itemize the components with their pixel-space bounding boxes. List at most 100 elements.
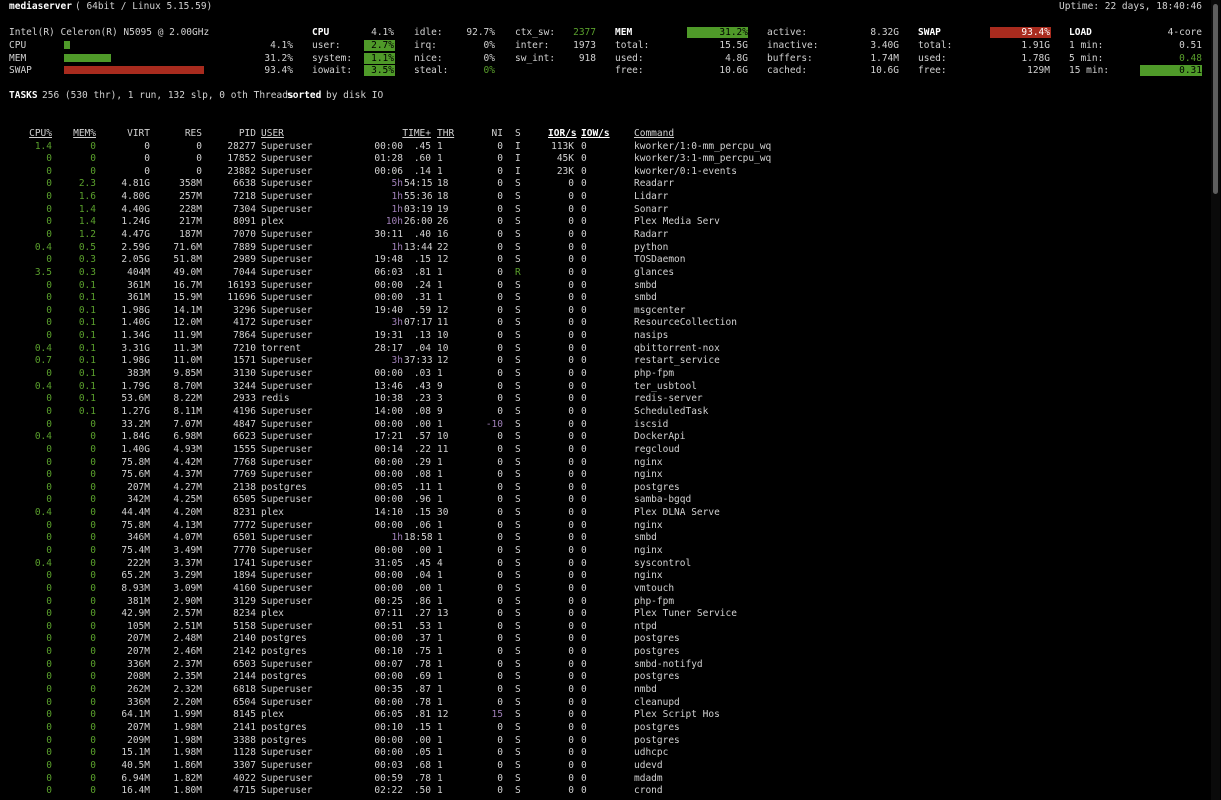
process-row[interactable]: 0 0 33.2M 7.07M 4847 Superuser 00:00.00 1 -10 S 0 0… [0,419,1210,432]
process-row[interactable]: 0 1.4 4.40G 228M 7304 Superuser 1h 03:19 19 0 S 0 0 S… [0,204,1210,217]
process-row[interactable]: 0 0 65.2M 3.29M 1894 Superuser 00:00.04 1 0 S 0 0 ng… [0,570,1210,583]
process-row[interactable]: 0 0 262M 2.32M 6818 Superuser 00:35.87 1 0 S 0 0 nmb… [0,684,1210,697]
process-row[interactable]: 0 0 42.9M 2.57M 8234 plex 07:11.27 13 0 S 0 0 Plex T… [0,608,1210,621]
process-row[interactable]: 0 0.1 1.40G 12.0M 4172 Superuser 3h 07:17 11 0 S 0 0… [0,317,1210,330]
cell-res: 71.6M [173,241,202,253]
process-row[interactable]: 0 0 336M 2.37M 6503 Superuser 00:07.78 1 0 S 0 0 smb… [0,659,1210,672]
cell-virt: 105M [127,620,150,632]
process-row[interactable]: 0.4 0 222M 3.37M 1741 Superuser 31:05.45 4 0 S 0 0 s… [0,558,1210,571]
process-row[interactable]: 0 0 209M 1.98M 3388 postgres 00:00.00 1 0 S 0 0 post… [0,735,1210,748]
col-time[interactable]: TIME+ [370,128,431,141]
process-row[interactable]: 0 0.1 1.98G 14.1M 3296 Superuser 19:40.59 12 0 S 0… [0,305,1210,318]
cell-ni: 0 [497,557,503,569]
process-row[interactable]: 0 0 16.4M 1.80M 4715 Superuser 02:22.50 1 0 S 0 0 cr… [0,785,1210,798]
process-row[interactable]: 0.4 0 1.84G 6.98M 6623 Superuser 17:21.57 10 0 S 0… [0,431,1210,444]
process-row[interactable]: 0 0 75.8M 4.13M 7772 Superuser 00:00.06 1 0 S 0 0 ng… [0,520,1210,533]
cell-status: S [515,684,521,696]
cell-iow: 0 [581,519,587,531]
process-row[interactable]: 0 0 336M 2.20M 6504 Superuser 00:00.78 1 0 S 0 0 cle… [0,697,1210,710]
cell-virt: 346M [127,532,150,544]
process-row[interactable]: 0 0 207M 2.46M 2142 postgres 00:10.75 1 0 S 0 0 post… [0,646,1210,659]
process-row[interactable]: 3.5 0.3 404M 49.0M 7044 Superuser 06:03.81 1 0 R 0… [0,267,1210,280]
cell-ni: 0 [497,469,503,481]
process-row[interactable]: 0 0.1 1.27G 8.11M 4196 Superuser 14:00.08 9 0 S 0 0… [0,406,1210,419]
process-row[interactable]: 0 0 40.5M 1.86M 3307 Superuser 00:03.68 1 0 S 0 0 ud… [0,760,1210,773]
cell-iow: 0 [581,709,587,721]
cell-ior: 0 [568,481,574,493]
cell-command: postgres [634,481,680,493]
process-row[interactable]: 0 0 75.4M 3.49M 7770 Superuser 00:00.00 1 0 S 0 0 ng… [0,545,1210,558]
process-row[interactable]: 0 1.4 1.24G 217M 8091 plex 10h 26:00 26 0 S 0 0 Plex … [0,216,1210,229]
process-row[interactable]: 0 0 0 0 23882 Superuser 00:06.14 1 0 I 23K 0 kworker… [0,166,1210,179]
process-row[interactable]: 0 0 75.8M 4.42M 7768 Superuser 00:00.29 1 0 S 0 0 ng… [0,457,1210,470]
cell-time-minor: 54:15 [404,178,433,190]
process-row[interactable]: 0 0.1 361M 15.9M 11696 Superuser 00:00.31 1 0 S 0 0… [0,292,1210,305]
cell-ior: 0 [568,759,574,771]
col-virt[interactable]: VIRT [100,128,150,141]
cell-status: S [515,431,521,443]
process-row[interactable]: 0 0.1 361M 16.7M 16193 Superuser 00:00.24 1 0 S 0 0… [0,280,1210,293]
process-row[interactable]: 0 0 105M 2.51M 5158 Superuser 00:51.53 1 0 S 0 0 ntp… [0,621,1210,634]
process-row[interactable]: 0 0 1.40G 4.93M 1555 Superuser 00:14.22 11 0 S 0 0 r… [0,444,1210,457]
process-row[interactable]: 0.4 0.1 3.31G 11.3M 7210 torrent 28:17.04 10 0 S 0… [0,343,1210,356]
process-row[interactable]: 0 0.1 1.34G 11.9M 7864 Superuser 19:31.13 10 0 S 0… [0,330,1210,343]
process-table: 1.4 0 0 0 28277 Superuser 00:00.45 1 0 I 113K 0 kwor… [0,141,1210,798]
process-row[interactable]: 0 0.3 2.05G 51.8M 2989 Superuser 19:48.15 12 0 S 0… [0,254,1210,267]
process-row[interactable]: 0 0 64.1M 1.99M 8145 plex 06:05.81 12 15 S 0 0 Plex … [0,709,1210,722]
col-thr[interactable]: THR [437,128,454,141]
col-iow[interactable]: IOW/s [581,128,610,141]
process-row[interactable]: 0 0 342M 4.25M 6505 Superuser 00:00.96 1 0 S 0 0 sam… [0,494,1210,507]
cell-pid: 7770 [233,545,256,556]
process-row[interactable]: 0 0 0 0 17852 Superuser 01:28.60 1 0 I 45K 0 kworker… [0,153,1210,166]
process-row[interactable]: 0 0 207M 4.27M 2138 postgres 00:05.11 1 0 S 0 0 post… [0,482,1210,495]
process-row[interactable]: 0.7 0.1 1.98G 11.0M 1571 Superuser 3h 37:33 12 0 S… [0,355,1210,368]
cell-ni: 0 [497,368,503,380]
col-cpu[interactable]: CPU% [20,128,52,141]
col-ior[interactable]: IOR/s [548,128,577,141]
cell-pid: 7772 [233,519,256,531]
scrollbar[interactable] [1211,0,1220,800]
scrollbar-thumb[interactable] [1213,4,1218,194]
col-mem[interactable]: MEM% [60,128,96,141]
col-ni[interactable]: NI [470,128,503,141]
col-pid[interactable]: PID [210,128,256,141]
cell-command: DockerApi [634,431,686,443]
process-row[interactable]: 0 0 346M 4.07M 6501 Superuser 1h 18:58 1 0 S 0 0 smbd [0,532,1210,545]
process-row[interactable]: 0 0 15.1M 1.98M 1128 Superuser 00:00.05 1 0 S 0 0 ud… [0,747,1210,760]
process-row[interactable]: 0 1.2 4.47G 187M 7070 Superuser 30:11.40 16 0 S 0 0… [0,229,1210,242]
cell-pid: 28277 [227,140,256,152]
process-row[interactable]: 0 1.6 4.80G 257M 7218 Superuser 1h 55:36 18 0 S 0 0 L… [0,191,1210,204]
process-row[interactable]: 0.4 0.1 1.79G 8.70M 3244 Superuser 13:46.43 9 0 S… [0,381,1210,394]
process-row[interactable]: 0 0 75.6M 4.37M 7769 Superuser 00:00.08 1 0 S 0 0 ng… [0,469,1210,482]
cell-thr: 1 [437,570,443,582]
cell-ior: 0 [568,519,574,531]
process-row[interactable]: 0 0 8.93M 3.09M 4160 Superuser 00:00.00 1 0 S 0 0 vm… [0,583,1210,596]
cell-time-major: 19:48 [374,254,403,266]
process-row[interactable]: 0 0.1 53.6M 8.22M 2933 redis 10:38.23 3 0 S 0 0 redi… [0,393,1210,406]
cell-user: Superuser [261,595,313,607]
cell-status: S [515,178,521,190]
col-res[interactable]: RES [150,128,202,141]
col-s[interactable]: S [515,128,521,141]
cell-ior: 0 [568,292,574,304]
cell-thr: 12 [437,709,449,721]
process-row[interactable]: 0 0 207M 2.48M 2140 postgres 00:00.37 1 0 S 0 0 post… [0,633,1210,646]
cell-iow: 0 [581,140,587,152]
tasks-label: TASKS [9,90,38,101]
process-row[interactable]: 0 0 381M 2.90M 3129 Superuser 00:25.86 1 0 S 0 0 php… [0,596,1210,609]
uptime: Uptime: 22 days, 18:40:46 [1059,1,1202,12]
cell-ior: 0 [568,254,574,266]
process-row[interactable]: 0 0 208M 2.35M 2144 postgres 00:00.69 1 0 S 0 0 post… [0,671,1210,684]
cell-pid: 2989 [233,254,256,266]
col-command[interactable]: Command [634,128,674,141]
cell-pid: 3307 [233,759,256,771]
process-row[interactable]: 0 0 6.94M 1.82M 4022 Superuser 00:59.78 1 0 S 0 0 md… [0,773,1210,786]
cell-res: 1.98M [173,721,202,733]
process-row[interactable]: 0 0 207M 1.98M 2141 postgres 00:10.15 1 0 S 0 0 post… [0,722,1210,735]
process-row[interactable]: 0 2.3 4.81G 358M 6638 Superuser 5h 54:15 18 0 S 0 0 R… [0,178,1210,191]
col-user[interactable]: USER [261,128,284,141]
process-row[interactable]: 0.4 0.5 2.59G 71.6M 7889 Superuser 1h 13:44 22 0 S… [0,242,1210,255]
process-row[interactable]: 0 0.1 383M 9.85M 3130 Superuser 00:00.03 1 0 S 0 0 p… [0,368,1210,381]
process-row[interactable]: 0.4 0 44.4M 4.20M 8231 plex 14:10.15 30 0 S 0 0 Plex… [0,507,1210,520]
process-row[interactable]: 1.4 0 0 0 28277 Superuser 00:00.45 1 0 I 113K 0 kwor… [0,141,1210,154]
